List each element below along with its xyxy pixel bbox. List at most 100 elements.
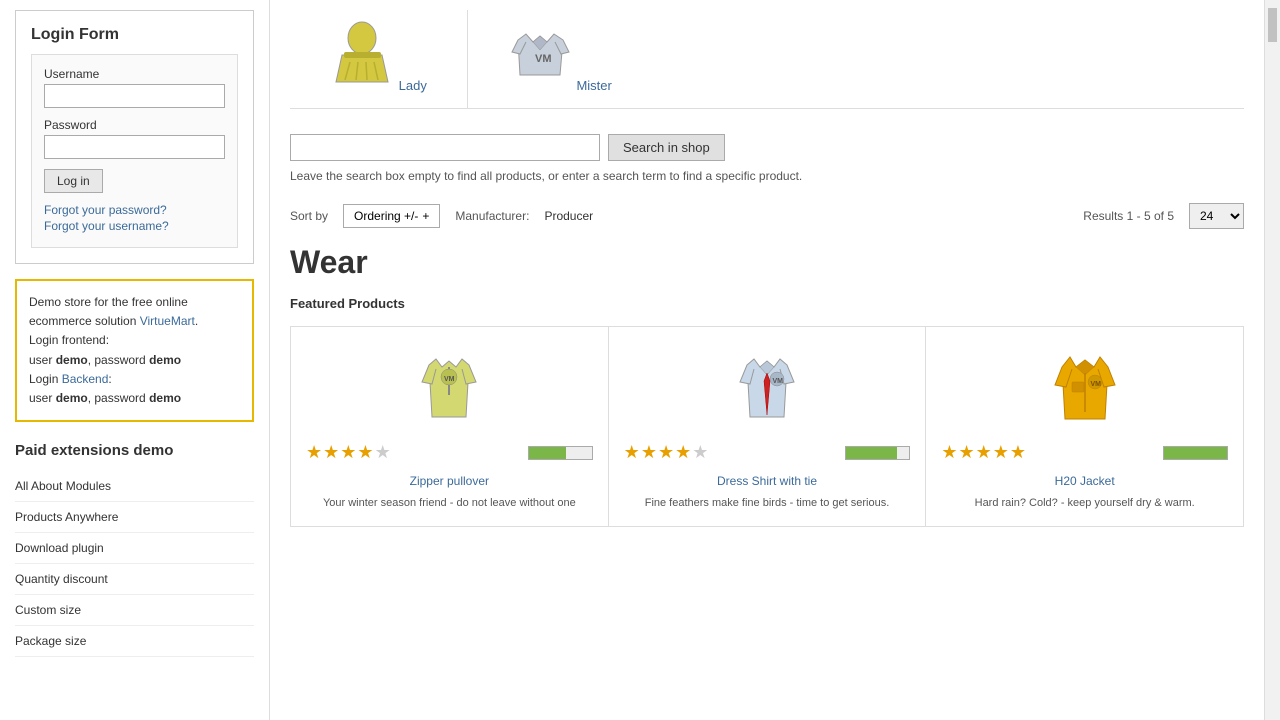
product-link-dress-shirt[interactable]: Dress Shirt with tie <box>717 474 817 488</box>
progress-bar-wrap-zipper-pullover <box>528 446 593 460</box>
star-2: ★ <box>323 442 339 463</box>
product-card-zipper-pullover: VM ★ ★ ★ ★ ★ Zipper pullover <box>291 327 609 526</box>
username-label: Username <box>44 67 225 81</box>
category-lady: Lady <box>290 10 468 108</box>
progress-fill <box>1164 447 1227 459</box>
star-1: ★ <box>941 442 957 463</box>
username-input[interactable] <box>44 84 225 108</box>
search-button[interactable]: Search in shop <box>608 134 725 161</box>
per-page-select[interactable]: 24 5 10 15 20 50 100 <box>1189 203 1244 229</box>
star-3: ★ <box>340 442 356 463</box>
svg-text:VM: VM <box>535 53 552 65</box>
login-button[interactable]: Log in <box>44 169 103 193</box>
demo-login-text: Login frontend: <box>29 333 109 347</box>
search-hint: Leave the search box empty to find all p… <box>290 169 1244 183</box>
progress-bar-h20-jacket <box>1163 446 1228 460</box>
star-3: ★ <box>976 442 992 463</box>
search-input[interactable] <box>290 134 600 161</box>
product-card-h20-jacket: VM ★ ★ ★ ★ ★ H20 Jacket <box>926 327 1243 526</box>
password-label: Password <box>44 118 225 132</box>
demo-backend-text: Login Backend: <box>29 372 112 386</box>
login-form-inner: Username Password Log in Forgot your pas… <box>31 54 238 248</box>
filter-bar: Sort by Ordering +/- + Manufacturer: Pro… <box>290 203 1244 229</box>
scrollbar-thumb[interactable] <box>1265 5 1280 45</box>
stars-row-h20-jacket: ★ ★ ★ ★ ★ <box>941 442 1228 463</box>
star-5: ★ <box>375 442 391 463</box>
product-image-dress-shirt: VM <box>624 342 911 432</box>
category-lady-link[interactable]: Lady <box>330 78 427 93</box>
stars-row-zipper-pullover: ★ ★ ★ ★ ★ <box>306 442 593 463</box>
stars-dress-shirt: ★ ★ ★ ★ ★ <box>624 442 709 463</box>
forgot-links: Forgot your password? Forgot your userna… <box>44 203 225 233</box>
sidebar: Login Form Username Password Log in Forg… <box>0 0 270 720</box>
ext-item-package-size: Package size <box>15 626 254 657</box>
stars-h20-jacket: ★ ★ ★ ★ ★ <box>941 442 1026 463</box>
extensions-list: All About Modules Products Anywhere Down… <box>15 471 254 657</box>
progress-bar-wrap-h20-jacket <box>1163 446 1228 460</box>
ext-item-custom-size: Custom size <box>15 595 254 626</box>
star-5: ★ <box>692 442 708 463</box>
stars-zipper-pullover: ★ ★ ★ ★ ★ <box>306 442 391 463</box>
progress-fill <box>529 447 567 459</box>
backend-link[interactable]: Backend <box>62 372 109 386</box>
product-name-zipper-pullover: Zipper pullover <box>306 473 593 488</box>
products-grid: VM ★ ★ ★ ★ ★ Zipper pullover <box>290 326 1244 527</box>
category-header: Lady VM Mister <box>290 10 1244 109</box>
ordering-button[interactable]: Ordering +/- + <box>343 204 440 228</box>
svg-text:VM: VM <box>444 376 455 383</box>
category-title: Wear <box>290 244 1244 281</box>
progress-fill <box>846 447 896 459</box>
category-mister: VM Mister <box>468 10 652 108</box>
manufacturer-value: Producer <box>544 209 593 223</box>
sort-label: Sort by <box>290 209 328 223</box>
demo-info-box: Demo store for the free online ecommerce… <box>15 279 254 422</box>
star-1: ★ <box>624 442 640 463</box>
product-desc-h20-jacket: Hard rain? Cold? - keep yourself dry & w… <box>941 496 1228 511</box>
product-desc-zipper-pullover: Your winter season friend - do not leave… <box>306 496 593 511</box>
zipper-pullover-icon: VM <box>414 347 484 427</box>
progress-bar-wrap-dress-shirt <box>845 446 910 460</box>
ordering-label: Ordering +/- <box>354 209 418 223</box>
demo-text-dot: . <box>195 314 198 328</box>
virtuemart-link[interactable]: VirtueMart <box>140 314 195 328</box>
search-area: Search in shop Leave the search box empt… <box>290 124 1244 183</box>
star-5: ★ <box>1010 442 1026 463</box>
product-card-dress-shirt: VM ★ ★ ★ ★ ★ Dress Shirt with tie <box>609 327 927 526</box>
login-form-title: Login Form <box>31 26 238 44</box>
ext-item-download-plugin: Download plugin <box>15 533 254 564</box>
h20-jacket-icon: VM <box>1050 347 1120 427</box>
product-image-h20-jacket: VM <box>941 342 1228 432</box>
star-1: ★ <box>306 442 322 463</box>
progress-bar-zipper-pullover <box>528 446 593 460</box>
ext-item-all-about-modules: All About Modules <box>15 471 254 502</box>
product-desc-dress-shirt: Fine feathers make fine birds - time to … <box>624 496 911 511</box>
results-info: Results 1 - 5 of 5 <box>1083 209 1174 223</box>
forgot-username-link[interactable]: Forgot your username? <box>44 219 225 233</box>
product-name-h20-jacket: H20 Jacket <box>941 473 1228 488</box>
product-link-h20-jacket[interactable]: H20 Jacket <box>1055 474 1115 488</box>
category-mister-link[interactable]: VM Mister <box>508 78 612 93</box>
product-link-zipper-pullover[interactable]: Zipper pullover <box>410 474 489 488</box>
lady-icon <box>330 20 395 85</box>
star-3: ★ <box>658 442 674 463</box>
password-input[interactable] <box>44 135 225 159</box>
star-2: ★ <box>641 442 657 463</box>
featured-products-label: Featured Products <box>290 296 1244 311</box>
star-2: ★ <box>958 442 974 463</box>
main-content: Lady VM Mister <box>270 0 1264 720</box>
category-mister-label: Mister <box>576 78 611 93</box>
manufacturer-label: Manufacturer: <box>455 209 529 223</box>
progress-bar-dress-shirt <box>845 446 910 460</box>
svg-text:VM: VM <box>1090 381 1101 388</box>
star-4: ★ <box>675 442 691 463</box>
forgot-password-link[interactable]: Forgot your password? <box>44 203 225 217</box>
dress-shirt-icon: VM <box>732 347 802 427</box>
scrollbar[interactable] <box>1264 0 1280 720</box>
product-name-dress-shirt: Dress Shirt with tie <box>624 473 911 488</box>
ext-item-products-anywhere: Products Anywhere <box>15 502 254 533</box>
login-form-box: Login Form Username Password Log in Forg… <box>15 10 254 264</box>
category-lady-label: Lady <box>399 78 427 93</box>
plus-icon: + <box>422 209 429 223</box>
demo-user-text: user demo, password demo <box>29 353 181 367</box>
demo-backend-user-text: user demo, password demo <box>29 391 181 405</box>
